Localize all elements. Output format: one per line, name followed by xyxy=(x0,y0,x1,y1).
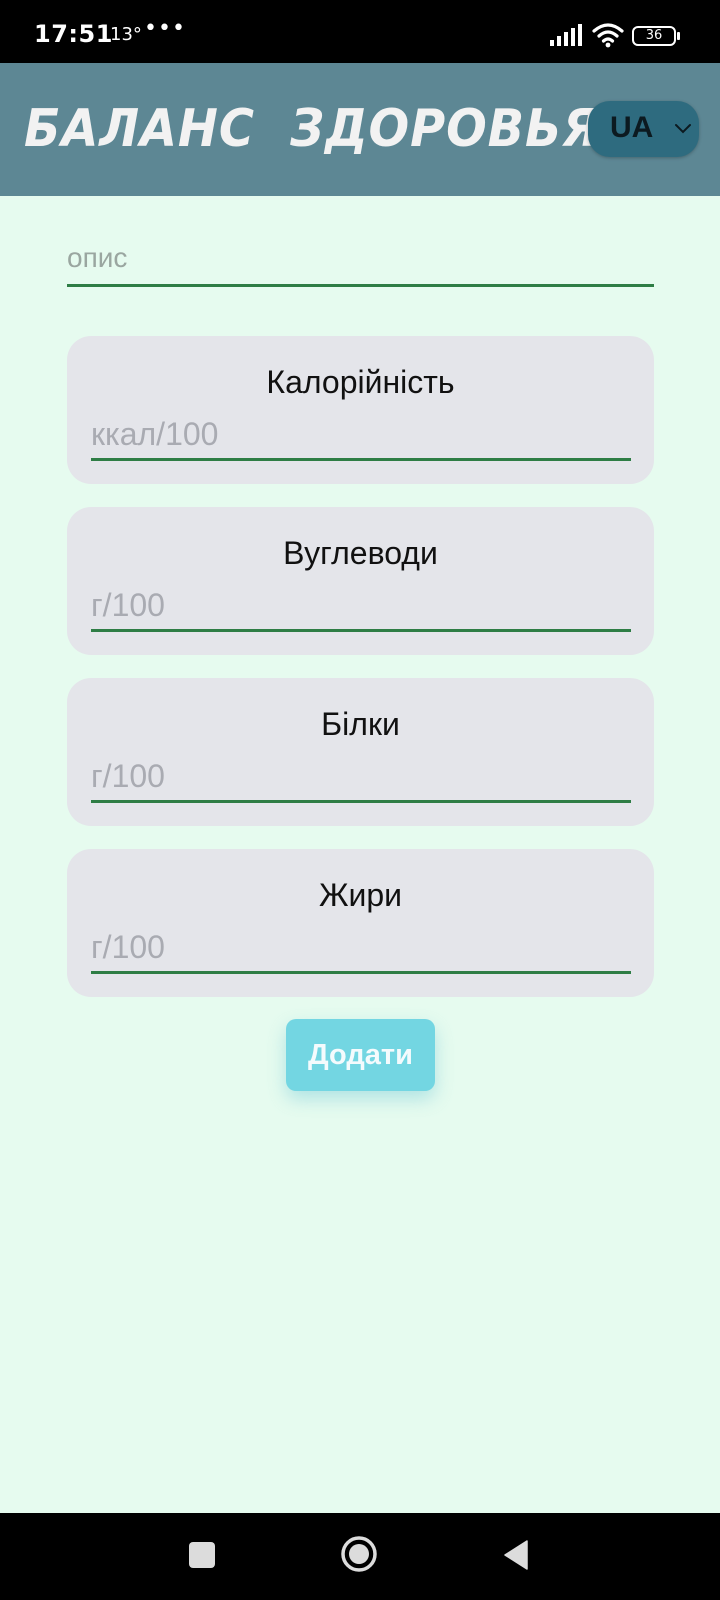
calories-card: Калорійність xyxy=(67,336,654,484)
battery-level: 36 xyxy=(645,28,663,43)
wifi-icon xyxy=(592,23,624,48)
carbs-label: Вуглеводи xyxy=(283,535,438,571)
proteins-card: Білки xyxy=(67,678,654,826)
status-bar: 17:51 13° ••• 36 xyxy=(0,0,720,63)
fats-field xyxy=(91,923,631,974)
description-field xyxy=(67,228,654,287)
fats-input[interactable] xyxy=(91,925,631,969)
status-temperature: 13° xyxy=(110,24,142,45)
fats-card: Жири xyxy=(67,849,654,997)
calories-input[interactable] xyxy=(91,412,631,456)
carbs-field xyxy=(91,581,631,632)
home-icon[interactable] xyxy=(340,1535,378,1573)
proteins-label: Білки xyxy=(321,706,400,742)
proteins-input[interactable] xyxy=(91,754,631,798)
language-select[interactable]: UA xyxy=(588,101,699,157)
navigation-bar xyxy=(0,1513,720,1600)
status-time: 17:51 xyxy=(34,20,113,48)
back-icon[interactable] xyxy=(503,1540,529,1570)
calories-label: Калорійність xyxy=(266,364,455,400)
proteins-field xyxy=(91,752,631,803)
status-more-dots: ••• xyxy=(144,16,186,41)
language-value: UA xyxy=(610,111,654,144)
carbs-input[interactable] xyxy=(91,583,631,627)
carbs-card: Вуглеводи xyxy=(67,507,654,655)
battery-icon: 36 xyxy=(632,26,682,46)
recent-apps-icon[interactable] xyxy=(189,1542,215,1568)
add-button[interactable]: Додати xyxy=(286,1019,435,1091)
app-header: БАЛАНС ЗДОРОВЬЯ UA xyxy=(0,63,720,196)
app-title: БАЛАНС ЗДОРОВЬЯ xyxy=(24,99,601,159)
fats-label: Жири xyxy=(318,877,403,913)
chevron-down-icon xyxy=(675,124,691,134)
calories-field xyxy=(91,410,631,461)
signal-icon xyxy=(550,24,582,46)
description-input[interactable] xyxy=(67,236,654,280)
